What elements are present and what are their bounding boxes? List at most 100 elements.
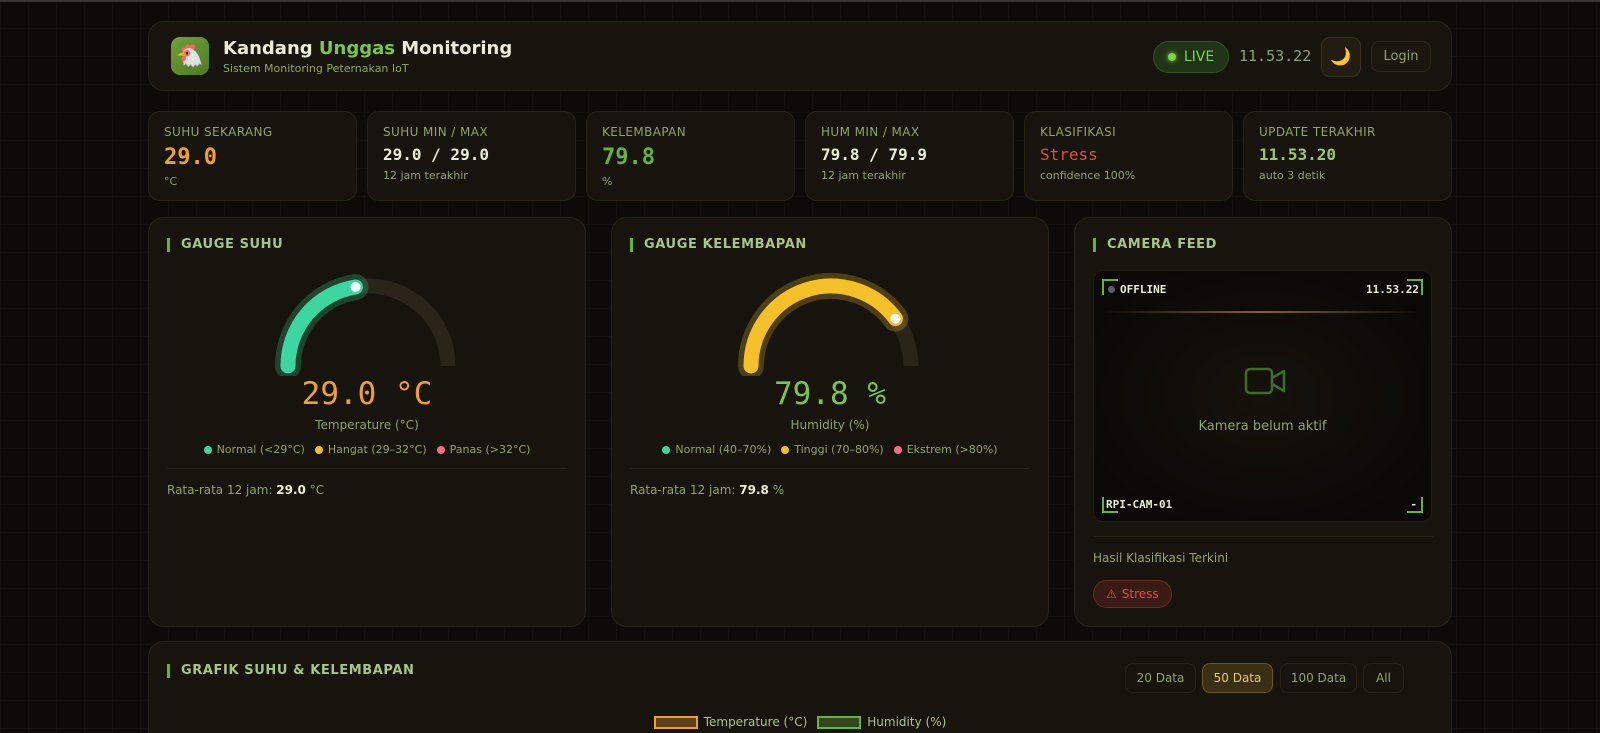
scanline (1104, 311, 1421, 313)
login-button[interactable]: Login (1371, 41, 1431, 72)
humidity-label: Humidity (%) (790, 418, 870, 432)
live-dot-icon (1167, 53, 1176, 61)
divider (1093, 536, 1433, 537)
stat-sub: 12 jam terakhir (383, 169, 468, 182)
stat-value: 29.0 (164, 145, 217, 170)
stat-sub: confidence 100% (1040, 169, 1136, 182)
stat-card-humidity: KELEMBAPAN 79.8% (586, 111, 795, 201)
legend-dot-icon (203, 445, 212, 454)
legend-dot-icon (314, 445, 323, 454)
stat-card-classification: KLASIFIKASI Stress confidence 100% (1024, 111, 1233, 201)
temperature-label: Temperature (°C) (315, 418, 419, 432)
chart-legend: Temperature (°C) Humidity (%) (149, 715, 1451, 729)
panel-title: GAUGE KELEMBAPAN (630, 238, 807, 252)
legend-label: Normal (<29°C) (216, 443, 305, 456)
stat-sub: 12 jam terakhir (821, 169, 906, 182)
stat-sub: °C (164, 175, 178, 188)
top-border (0, 0, 1600, 2)
app-header: 🐔 Kandang Unggas Monitoring Sistem Monit… (148, 21, 1452, 91)
stat-sub: auto 3 detik (1259, 169, 1326, 182)
legend-item: Panas (>32°C) (436, 443, 531, 456)
divider (630, 468, 1030, 469)
stat-value: 11.53.20 (1259, 145, 1337, 164)
stat-value: Stress (1040, 145, 1098, 164)
live-label: LIVE (1183, 49, 1215, 65)
stat-sub: % (602, 175, 613, 188)
humidity-gauge (738, 273, 919, 376)
chart-title: GRAFIK SUHU & KELEMBAPAN (167, 664, 415, 678)
legend-dot-icon (436, 445, 445, 454)
legend-swatch (653, 715, 698, 729)
legend-item: Tinggi (70–80%) (781, 443, 884, 456)
chart-legend-item[interactable]: Humidity (%) (817, 715, 946, 729)
temperature-average: Rata-rata 12 jam: 29.0 °C (167, 483, 325, 497)
camera-feed-panel: CAMERA FEED OFFLINE 11.53.22 Kamera belu… (1074, 217, 1452, 627)
panel-title: GAUGE SUHU (167, 238, 283, 252)
legend-swatch (817, 715, 862, 729)
legend-label: Normal (40–70%) (675, 443, 772, 456)
humidity-legend: Normal (40–70%) Tinggi (70–80%) Ekstrem (>… (612, 443, 1048, 456)
chicken-icon: 🐔 (171, 37, 209, 75)
legend-label: Tinggi (70–80%) (794, 443, 884, 456)
divider (167, 468, 567, 469)
legend-item: Ekstrem (>80%) (893, 443, 998, 456)
camera-time: 11.53.22 (1366, 283, 1419, 296)
stat-label: HUM MIN / MAX (821, 125, 920, 139)
legend-dot-icon (662, 445, 671, 454)
legend-label: Panas (>32°C) (449, 443, 531, 456)
humidity-gauge-panel: GAUGE KELEMBAPAN 79.8 % Humidity (%) Nor… (611, 217, 1049, 627)
temperature-gauge-indicator (348, 279, 363, 294)
range-button[interactable]: 50 Data (1202, 663, 1273, 693)
app-title: Kandang Unggas Monitoring (223, 38, 513, 59)
warning-icon: ⚠ (1106, 587, 1117, 601)
humidity-gauge-indicator (888, 311, 903, 326)
legend-dot-icon (781, 445, 790, 454)
live-status-badge: LIVE (1153, 41, 1229, 73)
stat-card-humidity-min-max: HUM MIN / MAX 79.8 / 79.9 12 jam terakhir (805, 111, 1014, 201)
stat-value: 29.0 / 29.0 (383, 145, 489, 164)
classification-badge: ⚠ Stress (1093, 580, 1172, 608)
stat-label: SUHU MIN / MAX (383, 125, 488, 139)
temperature-value: 29.0 °C (301, 376, 433, 412)
stat-label: SUHU SEKARANG (164, 125, 273, 139)
app-subtitle: Sistem Monitoring Peternakan IoT (223, 62, 409, 75)
range-button[interactable]: 20 Data (1125, 663, 1196, 693)
video-camera-icon (1244, 367, 1286, 395)
humidity-average: Rata-rata 12 jam: 79.8 % (630, 483, 785, 497)
status-dot-icon (1108, 286, 1115, 293)
legend-dot-icon (893, 445, 902, 454)
legend-item: Hangat (29–32°C) (314, 443, 427, 456)
stat-label: UPDATE TERAKHIR (1259, 125, 1376, 139)
temperature-gauge-panel: GAUGE SUHU 29.0 °C Temperature (°C) Norm… (148, 217, 586, 627)
range-button[interactable]: 100 Data (1280, 663, 1357, 693)
legend-label: Temperature (°C) (703, 715, 808, 729)
stat-card-temp-min-max: SUHU MIN / MAX 29.0 / 29.0 12 jam terakhir (367, 111, 576, 201)
legend-label: Hangat (29–32°C) (327, 443, 427, 456)
classification-badge-label: Stress (1121, 587, 1159, 601)
moon-icon: 🌙 (1330, 47, 1352, 67)
chart-legend-item[interactable]: Temperature (°C) (653, 715, 808, 729)
stat-label: KELEMBAPAN (602, 125, 687, 139)
temperature-gauge (275, 273, 456, 376)
camera-right-text: - (1410, 498, 1417, 511)
legend-label: Humidity (%) (867, 715, 947, 729)
header-clock: 11.53.22 (1239, 47, 1312, 65)
legend-label: Ekstrem (>80%) (906, 443, 998, 456)
stat-card-current-temp: SUHU SEKARANG 29.0 °C (148, 111, 357, 201)
classification-label: Hasil Klasifikasi Terkini (1093, 551, 1229, 565)
legend-item: Normal (40–70%) (662, 443, 771, 456)
temperature-legend: Normal (<29°C) Hangat (29–32°C) Panas (>32… (149, 443, 585, 456)
camera-message: Kamera belum aktif (1198, 419, 1327, 434)
camera-status-label: OFFLINE (1120, 283, 1167, 296)
theme-toggle-button[interactable]: 🌙 (1321, 37, 1361, 77)
camera-id: RPI-CAM-01 (1106, 498, 1173, 511)
stat-card-last-update: UPDATE TERAKHIR 11.53.20 auto 3 detik (1243, 111, 1452, 201)
stat-value: 79.8 (602, 145, 655, 170)
chart-panel: GRAFIK SUHU & KELEMBAPAN 20 Data 50 Data 1… (148, 641, 1452, 733)
humidity-value: 79.8 % (774, 376, 886, 412)
camera-status: OFFLINE (1108, 283, 1166, 296)
legend-item: Normal (<29°C) (203, 443, 305, 456)
stat-value: 79.8 / 79.9 (821, 145, 927, 164)
camera-viewport[interactable]: OFFLINE 11.53.22 Kamera belum aktif RPI-… (1093, 270, 1432, 522)
range-button[interactable]: All (1363, 663, 1404, 693)
